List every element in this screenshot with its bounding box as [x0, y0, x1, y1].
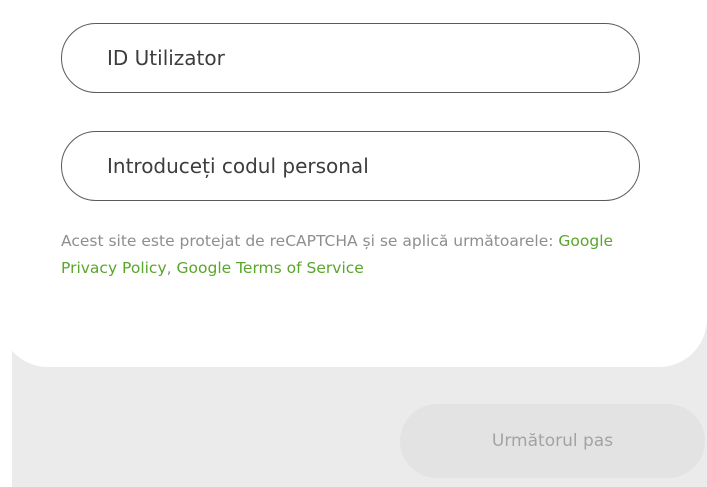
notice-separator: ,: [166, 259, 177, 277]
recaptcha-notice-text: Acest site este protejat de reCAPTCHA și…: [61, 232, 559, 250]
google-terms-of-service-link[interactable]: Google Terms of Service: [177, 259, 364, 277]
login-page: Acest site este protejat de reCAPTCHA și…: [0, 0, 707, 487]
login-card: Acest site este protejat de reCAPTCHA și…: [0, 0, 707, 367]
recaptcha-notice: Acest site este protejat de reCAPTCHA și…: [61, 228, 621, 282]
user-id-field[interactable]: [61, 23, 640, 93]
next-step-button[interactable]: Următorul pas: [400, 404, 705, 478]
personal-code-field[interactable]: [61, 131, 640, 201]
